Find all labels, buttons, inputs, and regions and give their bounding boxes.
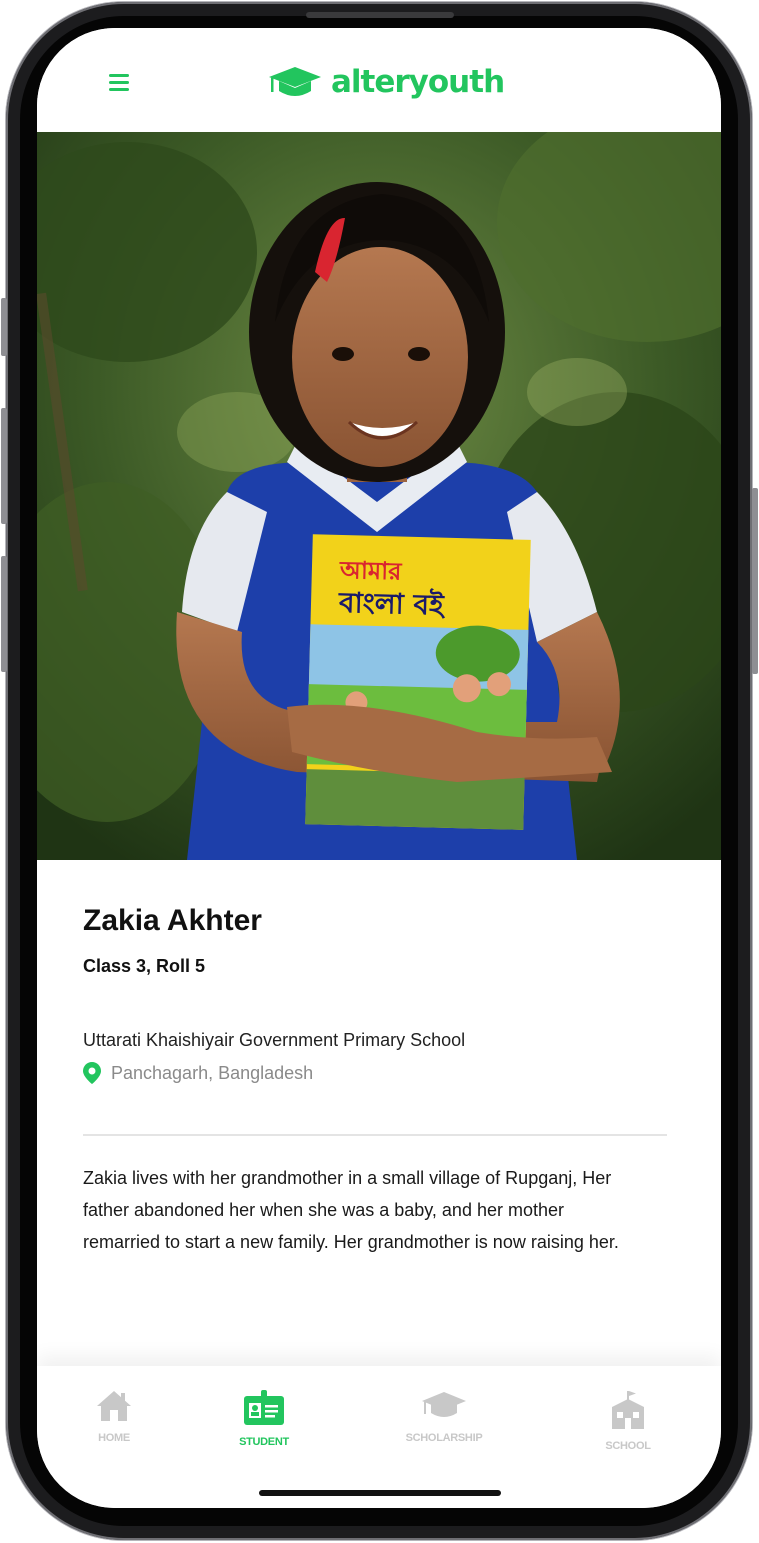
power-button: [752, 488, 758, 674]
tab-home[interactable]: HOME: [59, 1384, 169, 1464]
house-icon: [97, 1391, 131, 1421]
home-indicator[interactable]: [259, 1490, 501, 1496]
book-title-line1: আমার: [339, 556, 403, 586]
top-bar: alteryouth: [37, 28, 721, 132]
volume-up-button: [1, 408, 7, 524]
section-divider: [83, 1134, 667, 1136]
student-id-card-icon: [244, 1390, 284, 1425]
tab-student-label: STUDENT: [239, 1436, 289, 1448]
book-title-line2: বাংলা বই: [338, 586, 447, 622]
mute-switch: [1, 298, 7, 356]
map-pin-icon: [83, 1062, 101, 1084]
school-name: Uttarati Khaishiyair Government Primary …: [83, 1030, 466, 1050]
volume-down-button: [1, 556, 7, 672]
bottom-tab-bar: HOME STUDENT SCHOLARSHIP SCHOOL: [37, 1366, 721, 1508]
app-screen: alteryouth আমার বাংলা বই Zakia Akhter Cl…: [37, 28, 721, 1508]
student-name: Zakia Akhter: [83, 904, 262, 937]
tab-scholarship-label: SCHOLARSHIP: [405, 1432, 483, 1444]
tab-school[interactable]: SCHOOL: [573, 1384, 683, 1464]
brand-name: alteryouth: [331, 64, 505, 100]
student-bio: Zakia lives with her grandmother in a sm…: [83, 1168, 619, 1252]
hamburger-menu-icon[interactable]: [109, 74, 131, 92]
tab-scholarship[interactable]: SCHOLARSHIP: [389, 1384, 499, 1464]
speaker-grille: [306, 12, 454, 18]
location-row: Panchagarh, Bangladesh: [83, 1060, 313, 1086]
graduation-cap-icon: [422, 1392, 466, 1417]
graduation-cap-icon: [269, 67, 321, 96]
class-roll: Class 3, Roll 5: [83, 956, 206, 976]
student-photo: আমার বাংলা বই: [37, 132, 721, 860]
tab-home-label: HOME: [98, 1432, 130, 1444]
tab-student[interactable]: STUDENT: [209, 1384, 319, 1464]
brand-logo[interactable]: alteryouth: [267, 62, 505, 102]
location-text: Panchagarh, Bangladesh: [111, 1062, 314, 1083]
tab-school-label: SCHOOL: [605, 1440, 651, 1452]
school-building-icon: [612, 1391, 644, 1429]
